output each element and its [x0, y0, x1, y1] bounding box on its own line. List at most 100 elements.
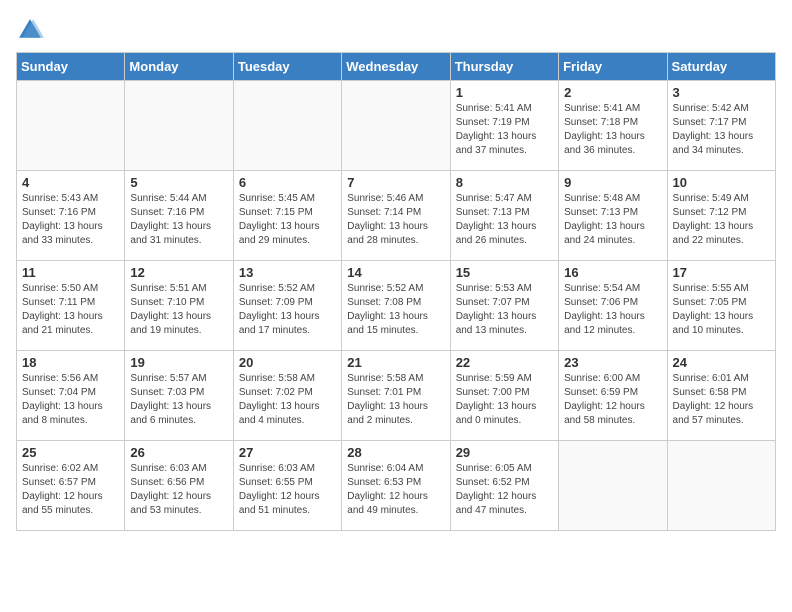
day-info: Sunrise: 6:01 AM Sunset: 6:58 PM Dayligh… — [673, 372, 770, 428]
day-info: Sunrise: 5:55 AM Sunset: 7:05 PM Dayligh… — [673, 282, 770, 338]
calendar-cell — [342, 81, 450, 171]
calendar-cell — [559, 441, 667, 531]
calendar-cell: 25 Sunrise: 6:02 AM Sunset: 6:57 PM Dayli… — [17, 441, 125, 531]
day-info: Sunrise: 5:52 AM Sunset: 7:08 PM Dayligh… — [347, 282, 444, 338]
calendar-cell: 18 Sunrise: 5:56 AM Sunset: 7:04 PM Dayli… — [17, 351, 125, 441]
day-info: Sunrise: 5:58 AM Sunset: 7:02 PM Dayligh… — [239, 372, 336, 428]
day-number: 11 — [22, 265, 119, 280]
calendar-cell: 22 Sunrise: 5:59 AM Sunset: 7:00 PM Dayli… — [450, 351, 558, 441]
day-number: 16 — [564, 265, 661, 280]
day-number: 9 — [564, 175, 661, 190]
calendar-cell: 13 Sunrise: 5:52 AM Sunset: 7:09 PM Dayli… — [233, 261, 341, 351]
day-number: 17 — [673, 265, 770, 280]
calendar-cell — [233, 81, 341, 171]
day-number: 26 — [130, 445, 227, 460]
day-info: Sunrise: 5:52 AM Sunset: 7:09 PM Dayligh… — [239, 282, 336, 338]
day-number: 6 — [239, 175, 336, 190]
day-of-week-header: Friday — [559, 53, 667, 81]
day-number: 27 — [239, 445, 336, 460]
day-number: 5 — [130, 175, 227, 190]
day-number: 22 — [456, 355, 553, 370]
day-info: Sunrise: 5:41 AM Sunset: 7:19 PM Dayligh… — [456, 102, 553, 158]
calendar-cell — [125, 81, 233, 171]
day-number: 10 — [673, 175, 770, 190]
calendar-cell: 26 Sunrise: 6:03 AM Sunset: 6:56 PM Dayli… — [125, 441, 233, 531]
day-info: Sunrise: 6:03 AM Sunset: 6:56 PM Dayligh… — [130, 462, 227, 518]
calendar-cell — [17, 81, 125, 171]
calendar-cell: 21 Sunrise: 5:58 AM Sunset: 7:01 PM Dayli… — [342, 351, 450, 441]
day-info: Sunrise: 5:57 AM Sunset: 7:03 PM Dayligh… — [130, 372, 227, 428]
day-info: Sunrise: 5:43 AM Sunset: 7:16 PM Dayligh… — [22, 192, 119, 248]
day-number: 20 — [239, 355, 336, 370]
calendar-week-row: 4 Sunrise: 5:43 AM Sunset: 7:16 PM Daylig… — [17, 171, 776, 261]
day-info: Sunrise: 5:42 AM Sunset: 7:17 PM Dayligh… — [673, 102, 770, 158]
calendar-cell: 15Sunrise: 5:53 AM Sunset: 7:07 PM Dayli… — [450, 261, 558, 351]
calendar-cell: 29 Sunrise: 6:05 AM Sunset: 6:52 PM Dayli… — [450, 441, 558, 531]
day-info: Sunrise: 5:51 AM Sunset: 7:10 PM Dayligh… — [130, 282, 227, 338]
calendar-cell: 9 Sunrise: 5:48 AM Sunset: 7:13 PM Daylig… — [559, 171, 667, 261]
day-number: 12 — [130, 265, 227, 280]
calendar-week-row: 18 Sunrise: 5:56 AM Sunset: 7:04 PM Dayli… — [17, 351, 776, 441]
day-number: 25 — [22, 445, 119, 460]
calendar-cell: 6 Sunrise: 5:45 AM Sunset: 7:15 PM Daylig… — [233, 171, 341, 261]
day-info: Sunrise: 6:05 AM Sunset: 6:52 PM Dayligh… — [456, 462, 553, 518]
calendar-week-row: 11 Sunrise: 5:50 AM Sunset: 7:11 PM Dayli… — [17, 261, 776, 351]
calendar-cell: 28 Sunrise: 6:04 AM Sunset: 6:53 PM Dayli… — [342, 441, 450, 531]
logo-icon — [16, 16, 44, 44]
day-number: 15 — [456, 265, 553, 280]
day-info: Sunrise: 5:45 AM Sunset: 7:15 PM Dayligh… — [239, 192, 336, 248]
calendar-cell: 3Sunrise: 5:42 AM Sunset: 7:17 PM Daylig… — [667, 81, 775, 171]
calendar-cell: 14 Sunrise: 5:52 AM Sunset: 7:08 PM Dayli… — [342, 261, 450, 351]
day-info: Sunrise: 6:04 AM Sunset: 6:53 PM Dayligh… — [347, 462, 444, 518]
calendar-cell: 7Sunrise: 5:46 AM Sunset: 7:14 PM Daylig… — [342, 171, 450, 261]
calendar-cell: 2 Sunrise: 5:41 AM Sunset: 7:18 PM Daylig… — [559, 81, 667, 171]
day-number: 21 — [347, 355, 444, 370]
day-info: Sunrise: 5:56 AM Sunset: 7:04 PM Dayligh… — [22, 372, 119, 428]
calendar-cell: 17 Sunrise: 5:55 AM Sunset: 7:05 PM Dayli… — [667, 261, 775, 351]
logo — [16, 16, 48, 44]
day-info: Sunrise: 5:50 AM Sunset: 7:11 PM Dayligh… — [22, 282, 119, 338]
day-info: Sunrise: 5:59 AM Sunset: 7:00 PM Dayligh… — [456, 372, 553, 428]
calendar-cell: 4 Sunrise: 5:43 AM Sunset: 7:16 PM Daylig… — [17, 171, 125, 261]
day-of-week-header: Saturday — [667, 53, 775, 81]
calendar-cell: 20 Sunrise: 5:58 AM Sunset: 7:02 PM Dayli… — [233, 351, 341, 441]
calendar-cell: 24 Sunrise: 6:01 AM Sunset: 6:58 PM Dayli… — [667, 351, 775, 441]
day-number: 28 — [347, 445, 444, 460]
day-info: Sunrise: 5:44 AM Sunset: 7:16 PM Dayligh… — [130, 192, 227, 248]
calendar-cell: 8 Sunrise: 5:47 AM Sunset: 7:13 PM Daylig… — [450, 171, 558, 261]
calendar-cell: 12 Sunrise: 5:51 AM Sunset: 7:10 PM Dayli… — [125, 261, 233, 351]
day-info: Sunrise: 5:49 AM Sunset: 7:12 PM Dayligh… — [673, 192, 770, 248]
day-info: Sunrise: 5:47 AM Sunset: 7:13 PM Dayligh… — [456, 192, 553, 248]
day-of-week-header: Tuesday — [233, 53, 341, 81]
day-number: 4 — [22, 175, 119, 190]
calendar-cell: 5 Sunrise: 5:44 AM Sunset: 7:16 PM Daylig… — [125, 171, 233, 261]
calendar-cell: 11 Sunrise: 5:50 AM Sunset: 7:11 PM Dayli… — [17, 261, 125, 351]
day-of-week-header: Thursday — [450, 53, 558, 81]
day-number: 29 — [456, 445, 553, 460]
calendar-cell: 19Sunrise: 5:57 AM Sunset: 7:03 PM Dayli… — [125, 351, 233, 441]
calendar-cell: 1Sunrise: 5:41 AM Sunset: 7:19 PM Daylig… — [450, 81, 558, 171]
day-number: 24 — [673, 355, 770, 370]
day-info: Sunrise: 6:03 AM Sunset: 6:55 PM Dayligh… — [239, 462, 336, 518]
day-number: 23 — [564, 355, 661, 370]
day-info: Sunrise: 6:00 AM Sunset: 6:59 PM Dayligh… — [564, 372, 661, 428]
day-info: Sunrise: 6:02 AM Sunset: 6:57 PM Dayligh… — [22, 462, 119, 518]
day-number: 14 — [347, 265, 444, 280]
page-header — [16, 16, 776, 44]
day-info: Sunrise: 5:41 AM Sunset: 7:18 PM Dayligh… — [564, 102, 661, 158]
calendar-cell: 16 Sunrise: 5:54 AM Sunset: 7:06 PM Dayli… — [559, 261, 667, 351]
day-number: 13 — [239, 265, 336, 280]
calendar-cell — [667, 441, 775, 531]
calendar-week-row: 25 Sunrise: 6:02 AM Sunset: 6:57 PM Dayli… — [17, 441, 776, 531]
calendar-header-row: SundayMondayTuesdayWednesdayThursdayFrid… — [17, 53, 776, 81]
day-info: Sunrise: 5:58 AM Sunset: 7:01 PM Dayligh… — [347, 372, 444, 428]
day-of-week-header: Monday — [125, 53, 233, 81]
calendar-week-row: 1Sunrise: 5:41 AM Sunset: 7:19 PM Daylig… — [17, 81, 776, 171]
day-info: Sunrise: 5:48 AM Sunset: 7:13 PM Dayligh… — [564, 192, 661, 248]
day-number: 8 — [456, 175, 553, 190]
day-number: 18 — [22, 355, 119, 370]
day-info: Sunrise: 5:46 AM Sunset: 7:14 PM Dayligh… — [347, 192, 444, 248]
day-number: 2 — [564, 85, 661, 100]
day-info: Sunrise: 5:54 AM Sunset: 7:06 PM Dayligh… — [564, 282, 661, 338]
day-of-week-header: Wednesday — [342, 53, 450, 81]
